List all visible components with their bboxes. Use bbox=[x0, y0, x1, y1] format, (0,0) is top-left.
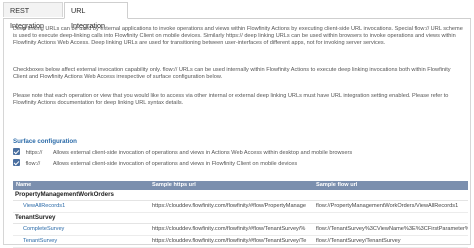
sample-flow-url: flow://PropertyManagementWorkOrders/View… bbox=[316, 203, 459, 209]
tab-rest-integration[interactable]: REST Integration bbox=[3, 2, 63, 30]
table-group-row: PropertyManagementWorkOrders bbox=[13, 190, 468, 201]
sample-https-url: https://clouddev.flowfinity.com/flowfini… bbox=[152, 238, 307, 244]
sample-https-url: https://clouddev.flowfinity.com/flowfini… bbox=[152, 226, 306, 232]
tab-url-integration[interactable]: URL Integration bbox=[64, 2, 128, 30]
table-row: ViewAllRecords1 https://clouddev.flowfin… bbox=[13, 201, 468, 213]
header-sample-flow-url[interactable]: Sample flow url bbox=[316, 181, 357, 190]
https-checkbox[interactable] bbox=[13, 148, 20, 155]
table-group-row: TenantSurvey bbox=[13, 213, 468, 224]
operation-link[interactable]: CompleteSurvey bbox=[23, 224, 64, 235]
table-header: Name Sample https url Sample flow url bbox=[13, 181, 468, 190]
description-paragraph-2: Checkboxes below affect external invocat… bbox=[13, 67, 451, 81]
header-name[interactable]: Name bbox=[16, 181, 31, 190]
flow-option-description: Allows external client-side invocation o… bbox=[52, 161, 298, 167]
table-row: TenantSurvey https://clouddev.flowfinity… bbox=[13, 236, 468, 248]
https-option-description: Allows external client-side invocation o… bbox=[52, 150, 353, 156]
description-paragraph-3: Please note that each operation or view … bbox=[13, 93, 449, 107]
operation-link[interactable]: TenantSurvey bbox=[23, 236, 57, 247]
url-integration-panel: Deep linking URLs can be used by externa… bbox=[3, 19, 471, 248]
surface-option-flow: flow:// Allows external client-side invo… bbox=[13, 159, 297, 168]
description-paragraph-1: Deep linking URLs can be used by externa… bbox=[13, 26, 463, 47]
sample-flow-url: flow://TenantSurvey%3CViewName%3E%3CFirs… bbox=[316, 226, 468, 232]
sample-https-url: https://clouddev.flowfinity.com/flowfini… bbox=[152, 203, 306, 209]
surface-configuration-title: Surface configuration bbox=[13, 138, 77, 145]
https-option-name: https:// bbox=[25, 150, 43, 156]
flow-checkbox[interactable] bbox=[13, 159, 20, 166]
url-integration-table: Name Sample https url Sample flow url Pr… bbox=[13, 181, 468, 248]
operation-link[interactable]: ViewAllRecords1 bbox=[23, 201, 65, 212]
surface-option-https: https:// Allows external client-side inv… bbox=[13, 148, 352, 157]
table-row: CompleteSurvey https://clouddev.flowfini… bbox=[13, 224, 468, 236]
header-sample-https-url[interactable]: Sample https url bbox=[152, 181, 196, 190]
flow-option-name: flow:// bbox=[25, 161, 41, 167]
sample-flow-url: flow://TenantSurvey/TenantSurvey bbox=[316, 238, 401, 244]
tab-bar: REST Integration URL Integration bbox=[3, 2, 471, 30]
